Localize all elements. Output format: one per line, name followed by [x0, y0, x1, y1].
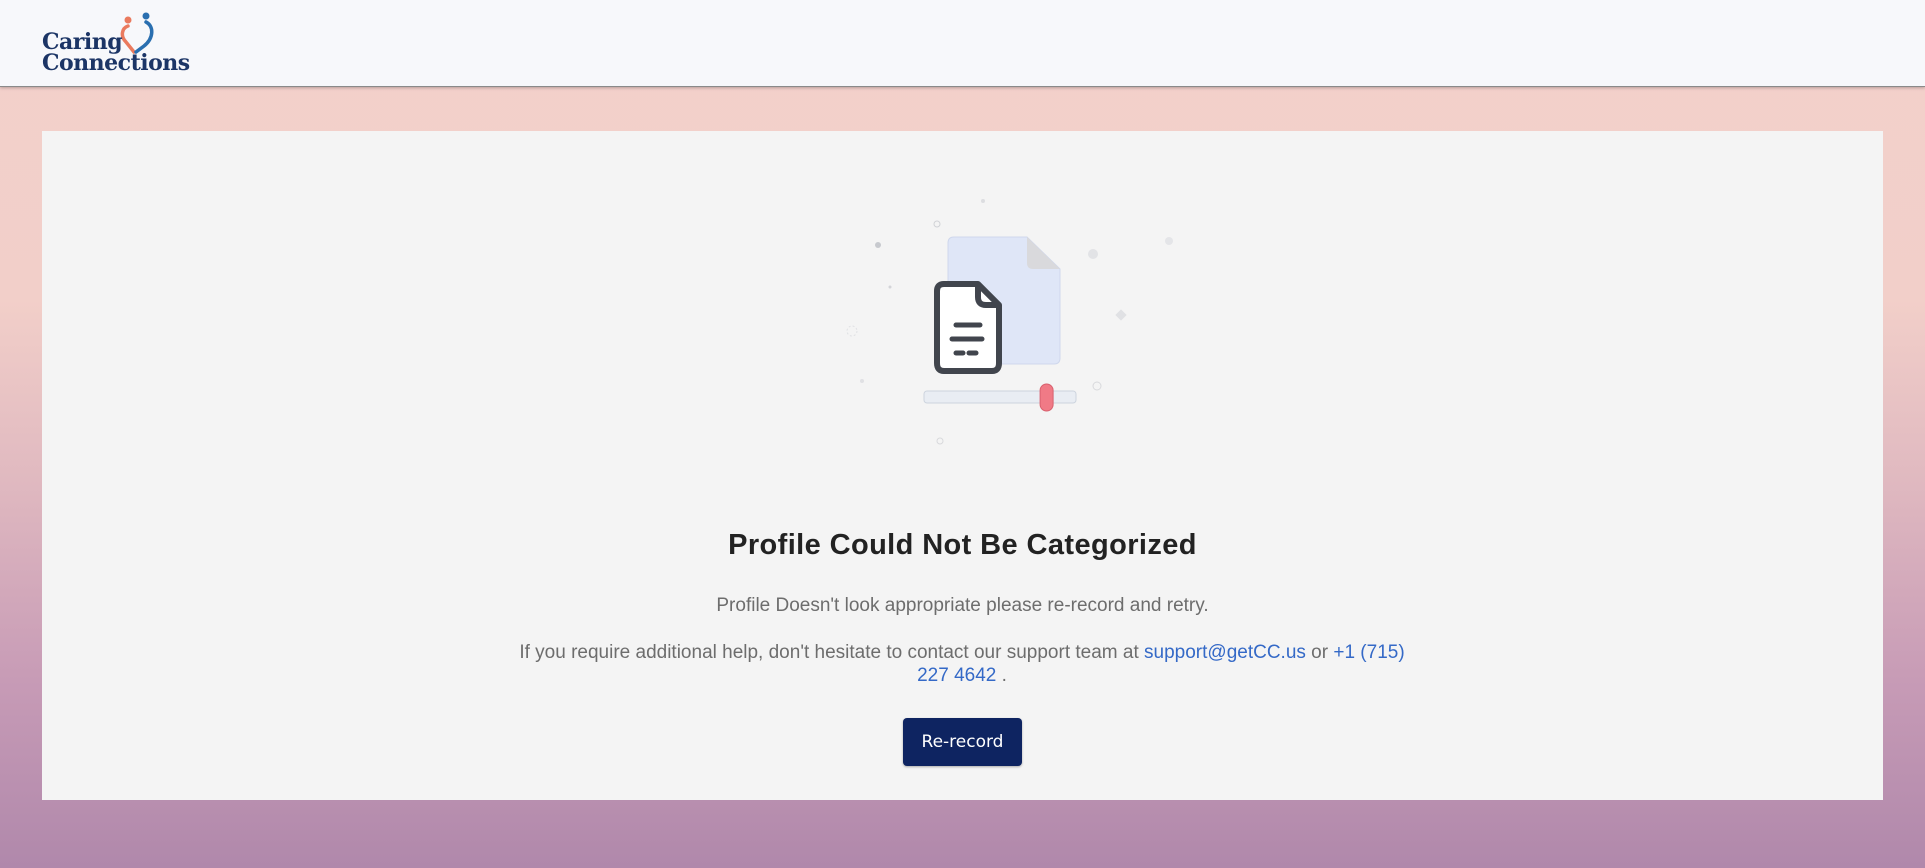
rerecord-button[interactable]: Re-record	[903, 718, 1022, 766]
progress-thumb	[1039, 383, 1054, 412]
error-message: Profile Doesn't look appropriate please …	[716, 595, 1209, 616]
document-icon	[934, 281, 1002, 374]
page-title: Profile Could Not Be Categorized	[728, 529, 1197, 561]
help-or: or	[1305, 642, 1334, 663]
support-email-link[interactable]: support@getCC.us	[1144, 642, 1306, 663]
help-prefix: If you require additional help, don't he…	[519, 642, 1145, 663]
top-header: Caring Connections	[0, 0, 1925, 87]
help-text: If you require additional help, don't he…	[512, 641, 1412, 687]
document-error-illustration	[846, 199, 1173, 445]
caring-connections-logo[interactable]: Caring Connections	[42, 12, 192, 78]
help-suffix: .	[996, 665, 1007, 686]
error-card: Profile Could Not Be Categorized Profile…	[42, 131, 1883, 800]
logo-text-line2: Connections	[42, 50, 190, 76]
